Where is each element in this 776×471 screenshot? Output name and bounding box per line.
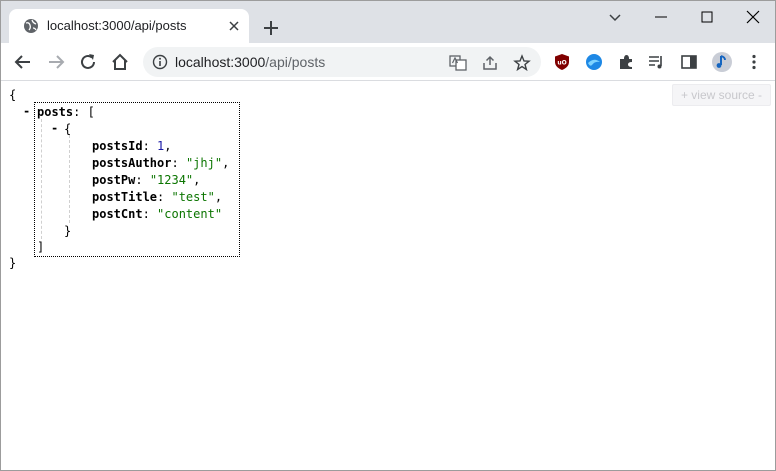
bookmark-star-icon[interactable]	[513, 54, 531, 72]
json-key: postsId	[92, 139, 143, 153]
minimize-icon[interactable]	[651, 7, 671, 27]
collapse-toggle-posts[interactable]: -	[23, 104, 30, 118]
json-key: postsAuthor	[92, 156, 172, 170]
json-value: "jhj"	[185, 156, 223, 170]
json-value: "test"	[171, 190, 215, 204]
reload-icon[interactable]	[77, 51, 99, 73]
browser-tab[interactable]: localhost:3000/api/posts	[9, 9, 249, 43]
root-close-brace: }	[9, 256, 17, 270]
close-tab-icon[interactable]	[225, 17, 243, 35]
json-key: postCnt	[92, 207, 143, 221]
object-open-brace: {	[64, 122, 72, 136]
profile-icon[interactable]	[711, 51, 733, 73]
browser-toolbar: localhost:3000/api/posts uO	[1, 43, 775, 81]
array-close-bracket: ]	[37, 240, 45, 254]
globe-icon	[24, 19, 38, 33]
site-info-icon[interactable]	[152, 54, 168, 70]
json-key: postPw	[92, 173, 136, 187]
tab-strip: localhost:3000/api/posts	[1, 1, 775, 43]
json-value: "content"	[157, 207, 223, 221]
translate-icon[interactable]	[449, 54, 467, 72]
home-icon[interactable]	[109, 51, 131, 73]
svg-text:uO: uO	[557, 60, 566, 67]
tab-search-icon[interactable]	[605, 7, 625, 27]
json-field-row: postsAuthor: "jhj",	[92, 156, 230, 170]
url-path: /api/posts	[265, 54, 326, 70]
json-field-row: postTitle: "test",	[92, 190, 223, 204]
view-source-button[interactable]: + view source -	[671, 84, 771, 106]
object-close-brace: }	[64, 224, 72, 238]
puzzle-icon[interactable]	[617, 53, 635, 71]
indent-guide	[41, 119, 42, 239]
tab-title: localhost:3000/api/posts	[47, 18, 187, 33]
json-field-row: postsId: 1,	[92, 139, 172, 153]
media-icon[interactable]	[647, 53, 665, 71]
url-text[interactable]: localhost:3000/api/posts	[175, 54, 325, 70]
new-tab-icon[interactable]	[259, 16, 283, 40]
json-field-row: postCnt: "content"	[92, 207, 223, 221]
json-value: "1234"	[149, 173, 194, 187]
back-icon[interactable]	[12, 51, 34, 73]
json-key: posts	[37, 105, 74, 119]
sidepanel-icon[interactable]	[680, 53, 698, 71]
close-window-icon[interactable]	[743, 7, 763, 27]
posts-array-line: posts: [	[37, 105, 95, 119]
url-host: localhost:3000	[175, 54, 266, 70]
edge-icon[interactable]	[585, 53, 603, 71]
array-open-bracket: [	[87, 105, 95, 119]
json-viewer: + view source - { - posts: [ - { postsId…	[1, 81, 775, 470]
indent-guide	[69, 135, 70, 223]
json-key: postTitle	[92, 190, 158, 204]
ublock-icon[interactable]: uO	[553, 53, 571, 71]
collapse-toggle-object[interactable]: -	[51, 121, 58, 135]
menu-icon[interactable]	[745, 53, 763, 71]
forward-icon[interactable]	[45, 51, 67, 73]
address-bar[interactable]: localhost:3000/api/posts	[143, 47, 541, 77]
json-field-row: postPw: "1234",	[92, 173, 201, 187]
share-icon[interactable]	[481, 54, 499, 72]
maximize-icon[interactable]	[697, 7, 717, 27]
root-open-brace: {	[9, 88, 17, 102]
